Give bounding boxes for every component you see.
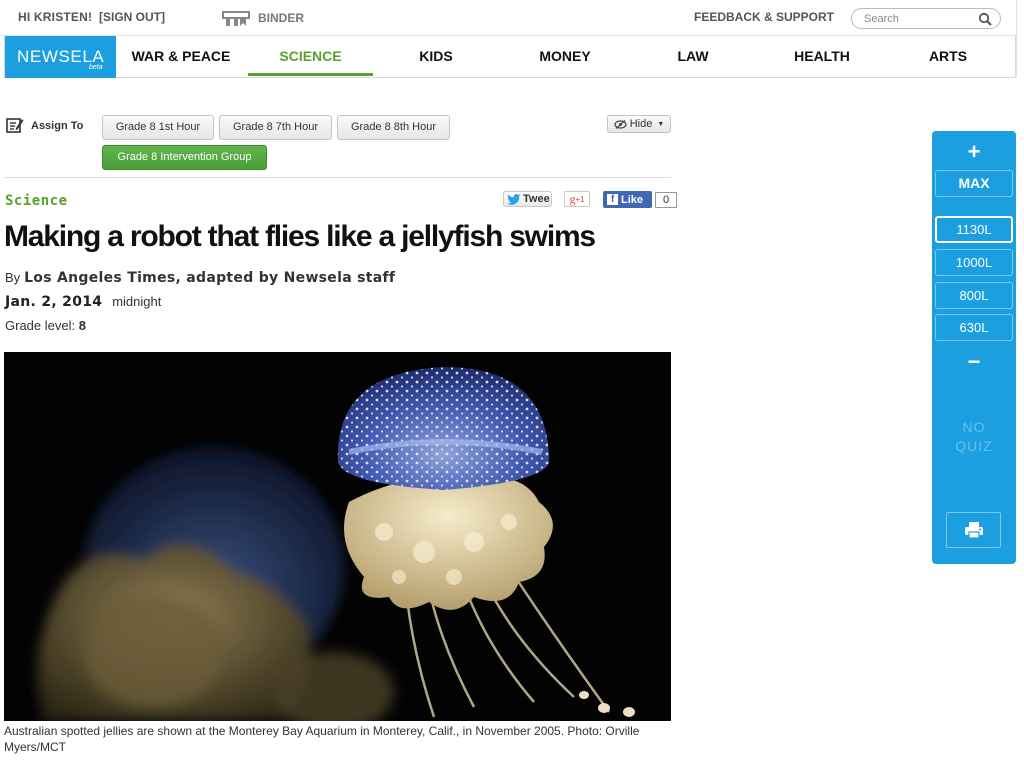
publish-date: Jan. 2, 2014: [5, 294, 103, 310]
tweet-label: Twee: [523, 193, 550, 205]
no-quiz-line1: NO: [962, 419, 986, 435]
byline-source: Los Angeles Times, adapted by Newsela st…: [24, 270, 396, 286]
eye-slash-icon: [614, 119, 627, 129]
level-max-button[interactable]: MAX: [935, 170, 1013, 197]
user-greeting: HI KRISTEN!: [18, 10, 93, 24]
nav-war-peace[interactable]: WAR & PEACE: [120, 36, 242, 78]
group-grade8-7th-hour-button[interactable]: Grade 8 7th Hour: [219, 115, 332, 140]
level-630l-button[interactable]: 630L: [935, 314, 1013, 341]
nav-health[interactable]: HEALTH: [775, 36, 869, 78]
nav-money[interactable]: MONEY: [515, 36, 615, 78]
grade-level-label: Grade level:: [5, 318, 76, 333]
nav-kids[interactable]: KIDS: [390, 36, 482, 78]
like-count: 0: [655, 192, 677, 208]
main-nav: NEWSELA beta WAR & PEACE SCIENCE KIDS MO…: [4, 36, 1016, 78]
nav-science[interactable]: SCIENCE: [248, 36, 373, 76]
top-utility-bar: HI KRISTEN! [SIGN OUT] BINDER FEEDBACK &…: [0, 0, 1016, 36]
like-label: Like: [621, 193, 644, 206]
assign-icon: [6, 118, 24, 133]
feedback-support-link[interactable]: FEEDBACK & SUPPORT: [694, 10, 834, 24]
logo-beta-tag: beta: [89, 64, 103, 71]
reading-level-panel: + MAX 1130L 1000L 800L 630L − NO QUIZ: [932, 131, 1016, 564]
chevron-down-icon: ▼: [657, 120, 665, 128]
photo-caption: Australian spotted jellies are shown at …: [4, 724, 640, 754]
divider: [4, 177, 671, 178]
binder-label: BINDER: [258, 11, 305, 25]
level-800l-button[interactable]: 800L: [935, 282, 1013, 309]
no-quiz-indicator: NO QUIZ: [932, 418, 1016, 456]
hide-label: Hide: [629, 118, 653, 130]
level-1000l-button[interactable]: 1000L: [935, 249, 1013, 276]
twitter-bird-icon: [507, 193, 521, 205]
dateline: Jan. 2, 2014 midnight: [5, 293, 161, 310]
page-edge: [1016, 0, 1017, 78]
binder-link[interactable]: BINDER: [222, 7, 304, 29]
google-plus-button[interactable]: g +1: [564, 191, 590, 207]
gplus-label: +1: [575, 194, 585, 204]
section-label[interactable]: Science: [5, 193, 68, 209]
article-photo: [4, 352, 671, 721]
facebook-like-button[interactable]: f Like: [603, 191, 652, 208]
group-grade8-intervention-button[interactable]: Grade 8 Intervention Group: [102, 145, 267, 170]
jellyfish-photo-illustration: [4, 352, 671, 721]
nav-arts[interactable]: ARTS: [910, 36, 986, 78]
hide-dropdown-button[interactable]: Hide ▼: [607, 115, 671, 133]
search-input[interactable]: [864, 9, 982, 29]
search-box: [851, 8, 1001, 29]
level-1130l-button[interactable]: 1130L: [935, 216, 1013, 243]
grade-level-value: 8: [78, 318, 86, 333]
increase-level-button[interactable]: +: [932, 139, 1016, 165]
binder-icon: [222, 11, 250, 26]
byline-prefix: By: [5, 270, 21, 285]
group-grade8-8th-hour-button[interactable]: Grade 8 8th Hour: [337, 115, 450, 140]
tweet-button[interactable]: Twee: [503, 191, 552, 207]
publish-time: midnight: [112, 294, 162, 309]
assign-to-label: Assign To: [31, 120, 84, 132]
byline: By Los Angeles Times, adapted by Newsela…: [5, 269, 395, 286]
nav-law[interactable]: LAW: [655, 36, 731, 78]
newsela-logo[interactable]: NEWSELA beta: [5, 36, 116, 78]
grade-level: Grade level: 8: [5, 318, 86, 333]
facebook-f-icon: f: [607, 194, 618, 205]
search-icon[interactable]: [978, 12, 992, 26]
decrease-level-button[interactable]: −: [932, 349, 1016, 375]
printer-icon: [964, 522, 983, 539]
group-grade8-1st-hour-button[interactable]: Grade 8 1st Hour: [102, 115, 214, 140]
article-title: Making a robot that flies like a jellyfi…: [4, 220, 596, 253]
sign-out-link[interactable]: [SIGN OUT]: [99, 10, 165, 24]
no-quiz-line2: QUIZ: [955, 438, 993, 454]
print-button[interactable]: [946, 512, 1001, 548]
